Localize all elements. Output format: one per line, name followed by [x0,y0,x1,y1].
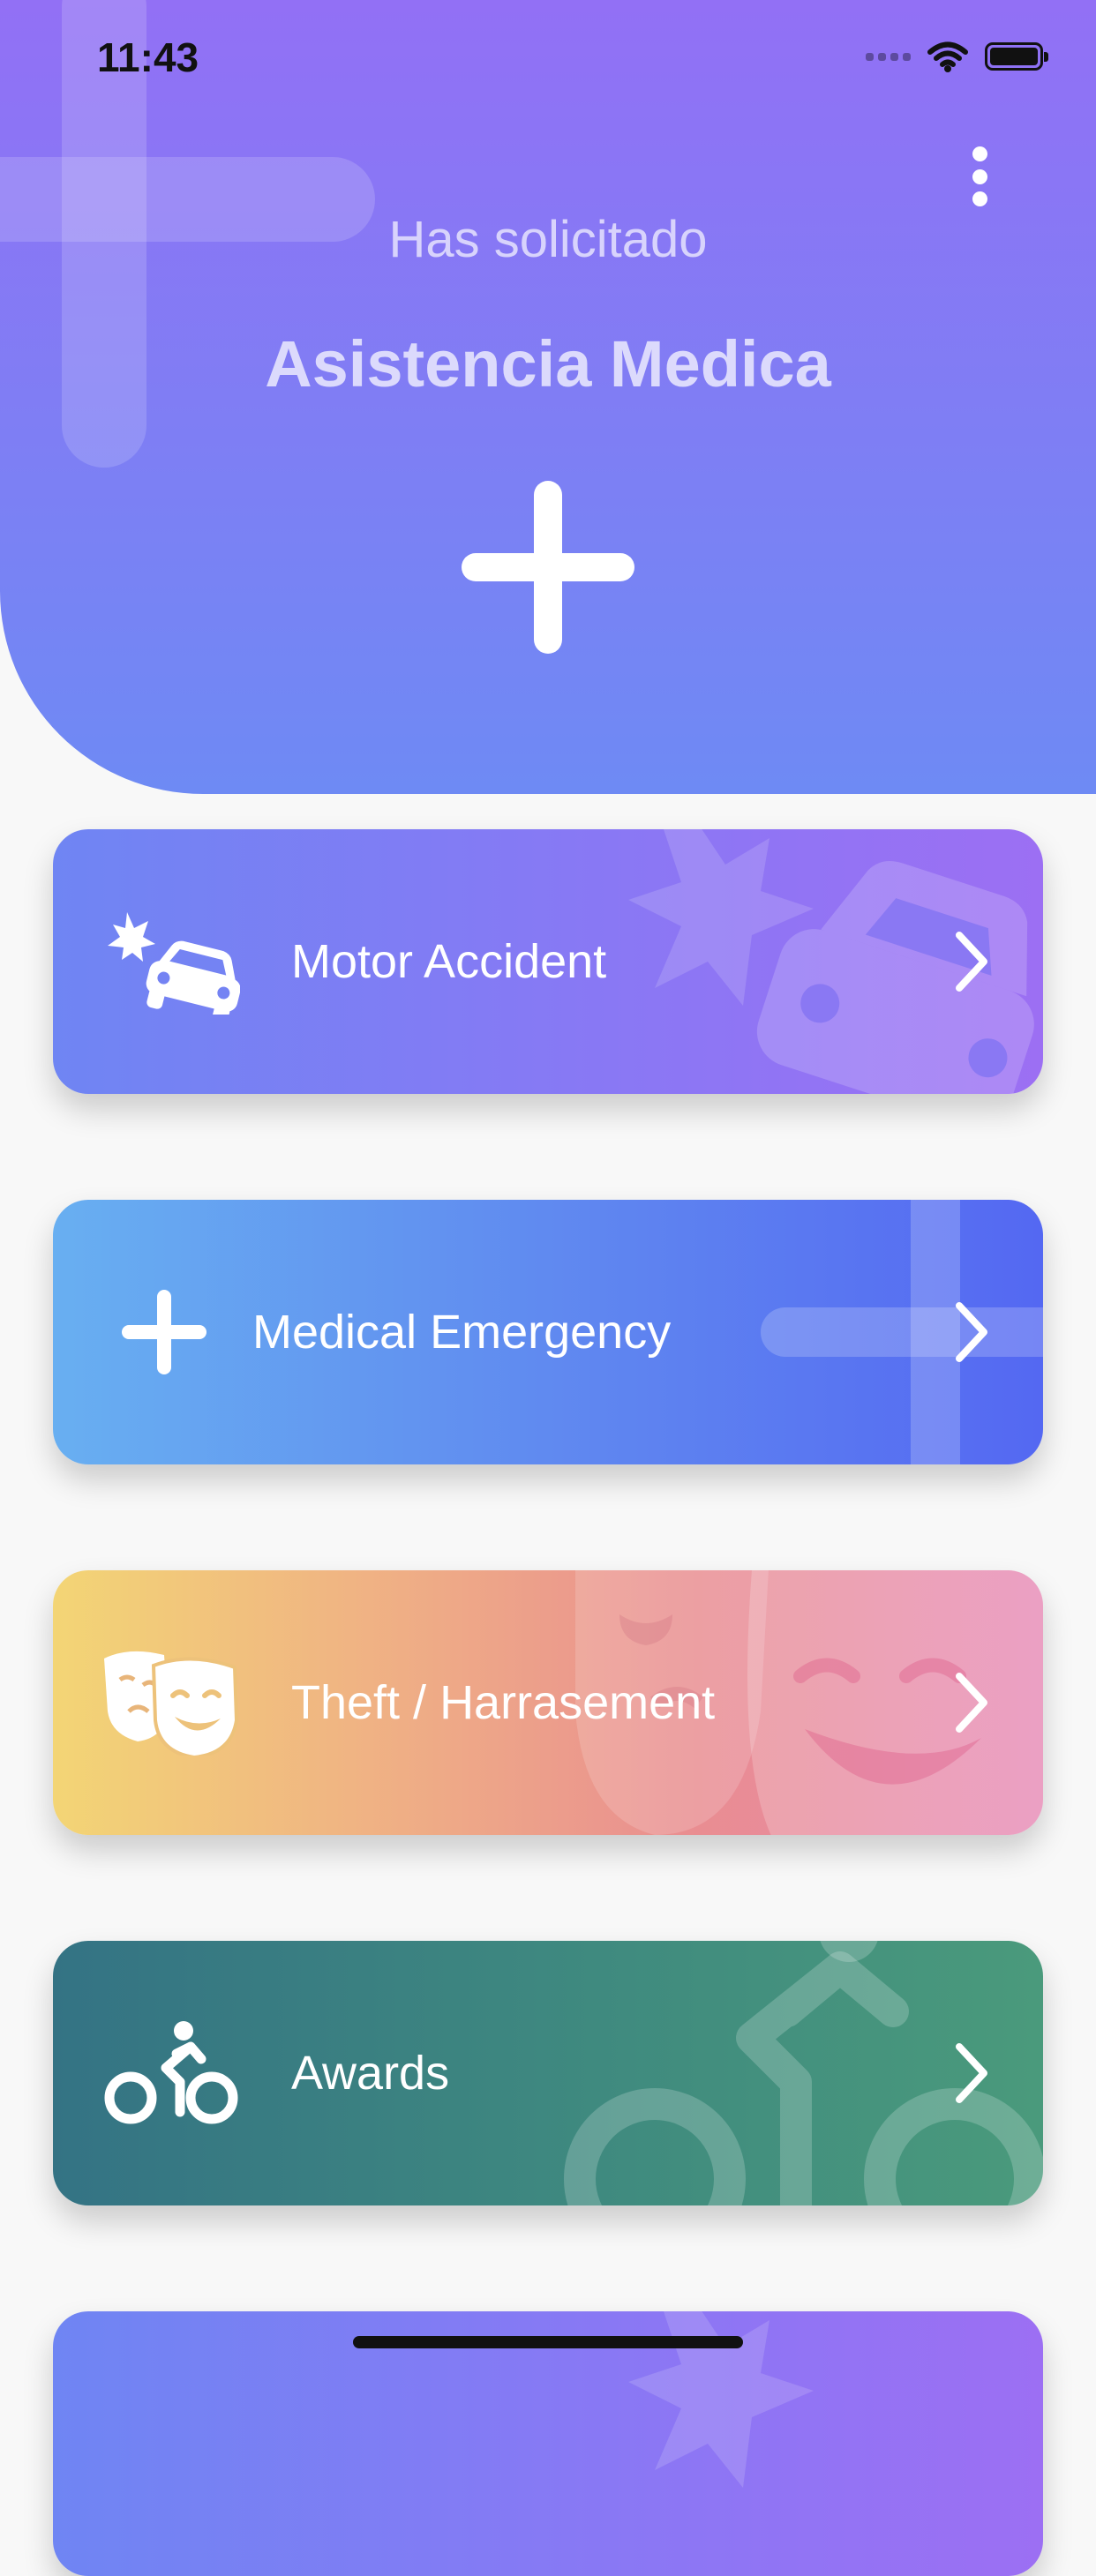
card-partial[interactable] [53,2311,1043,2576]
header-panel: 11:43 Has solicitado Asistencia Medica [0,0,1096,794]
chevron-right-icon [956,932,987,992]
wifi-icon [927,41,968,72]
car-crash-icon [108,912,240,1015]
chevron-right-icon [956,1302,987,1362]
status-time: 11:43 [97,34,199,80]
theater-masks-icon [104,1651,239,1756]
cellular-signal-icon [866,52,911,61]
cyclist-icon [104,2021,238,2124]
home-indicator[interactable] [353,2336,743,2348]
card-awards[interactable]: Awards [53,1941,1043,2205]
card-motor-accident[interactable]: Motor Accident [53,829,1043,1094]
card-label: Awards [291,2047,450,2100]
battery-icon [985,42,1048,71]
card-label: Motor Accident [291,935,607,988]
chevron-right-icon [956,2043,987,2103]
status-icons [866,41,1048,72]
card-medical-emergency[interactable]: Medical Emergency [53,1200,1043,1464]
card-label: Theft / Harrasement [291,1676,716,1729]
car-crash-watermark-icon [628,2311,814,2488]
card-theft-harrasement[interactable]: Theft / Harrasement [53,1570,1043,1835]
header-title: Asistencia Medica [265,327,831,401]
plus-icon [122,1290,206,1374]
card-label: Medical Emergency [252,1306,672,1359]
chevron-right-icon [956,1673,987,1733]
more-options-button[interactable] [962,141,997,212]
header-subtitle: Has solicitado [388,211,708,268]
